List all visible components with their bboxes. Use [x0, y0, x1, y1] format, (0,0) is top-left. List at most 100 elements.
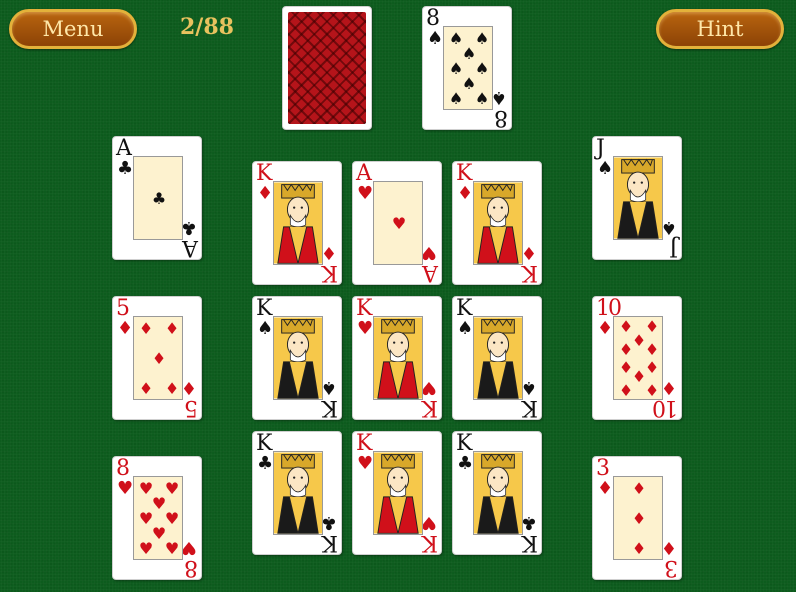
waste-card[interactable]: 8 ♠ 8 ♠ ♠ ♠ ♠ ♠ ♠ ♠ ♠ ♠ [422, 6, 512, 130]
stock-pile[interactable] [282, 6, 372, 130]
card-face [613, 156, 663, 240]
tableau-card[interactable]: K ♥ K ♥ [352, 431, 442, 555]
suit-icon: ♠ [520, 377, 537, 398]
suit-icon: ♥ [420, 512, 437, 533]
suit-pip-icon: ♦ [618, 340, 634, 359]
suit-icon: ♣ [457, 453, 474, 474]
royal-portrait-icon [614, 157, 662, 239]
card-rank: K [256, 296, 273, 321]
card-rank: K [323, 260, 338, 285]
tableau-card[interactable]: K ♣ K ♣ [452, 431, 542, 555]
card-face: ♥ [373, 181, 423, 265]
suit-pip-icon: ♥ [164, 539, 180, 558]
card-rank: 8 [186, 555, 198, 580]
suit-pip-icon: ♦ [164, 319, 180, 338]
suit-icon: ♥ [357, 453, 374, 474]
card-face [273, 451, 323, 535]
suit-icon: ♠ [490, 87, 507, 108]
suit-pip-icon: ♠ [448, 89, 464, 108]
card-face: ♦ ♦ ♦ ♦ ♦ [133, 316, 183, 400]
card-face [373, 451, 423, 535]
royal-portrait-icon [374, 452, 422, 534]
suit-icon: ♣ [320, 512, 337, 533]
card-rank: 8 [426, 6, 440, 31]
tableau-card[interactable]: K ♠ K ♠ [452, 296, 542, 420]
card-face [473, 316, 523, 400]
suit-pip-icon: ♦ [138, 319, 154, 338]
tableau-card[interactable]: K ♥ K ♥ [352, 296, 442, 420]
suit-icon: ♣ [257, 453, 274, 474]
card-rank: A [424, 260, 438, 285]
card-face [373, 316, 423, 400]
suit-pip-icon: ♥ [391, 214, 407, 233]
suit-pip-icon: ♦ [644, 358, 660, 377]
suit-icon: ♥ [420, 242, 437, 263]
tableau-card[interactable]: A ♥ A ♥ ♥ [352, 161, 442, 285]
card-counter: 2/88 [180, 14, 234, 40]
suit-icon: ♥ [420, 377, 437, 398]
card-rank: K [523, 260, 538, 285]
card-rank: K [356, 431, 373, 456]
card-rank: K [523, 395, 538, 420]
suit-pip-icon: ♦ [644, 317, 660, 336]
card-rank: K [523, 530, 538, 555]
suit-icon: ♥ [357, 318, 374, 339]
suit-pip-icon: ♦ [644, 381, 660, 400]
suit-icon: ♥ [180, 537, 197, 558]
royal-portrait-icon [374, 317, 422, 399]
card-rank: A [184, 235, 198, 260]
card-face: ♣ [133, 156, 183, 240]
suit-icon: ♦ [660, 537, 677, 558]
card-rank: J [671, 235, 678, 260]
suit-icon: ♠ [320, 377, 337, 398]
suit-pip-icon: ♦ [631, 479, 647, 498]
tableau-card[interactable]: K ♠ K ♠ [252, 296, 342, 420]
card-rank: 5 [116, 296, 130, 321]
card-rank: 8 [116, 456, 130, 481]
card-rank: K [256, 431, 273, 456]
suit-pip-icon: ♦ [631, 539, 647, 558]
menu-button[interactable]: Menu [9, 9, 137, 49]
tableau-card[interactable]: 10 ♦ 10 ♦ ♦ ♦ ♦ ♦ ♦ ♦ ♦ ♦ ♦ ♦ [592, 296, 682, 420]
suit-pip-icon: ♦ [138, 379, 154, 398]
card-rank: 3 [666, 555, 678, 580]
suit-icon: ♣ [117, 158, 134, 179]
suit-icon: ♦ [320, 242, 337, 263]
tableau-card[interactable]: J ♠ J ♠ [592, 136, 682, 260]
royal-portrait-icon [274, 452, 322, 534]
tableau-card[interactable]: A ♣ A ♣ ♣ [112, 136, 202, 260]
card-back-pattern [288, 12, 366, 124]
suit-pip-icon: ♠ [474, 89, 490, 108]
card-rank: J [596, 136, 605, 161]
tableau-card[interactable]: 5 ♦ 5 ♦ ♦ ♦ ♦ ♦ ♦ [112, 296, 202, 420]
card-rank: K [456, 296, 473, 321]
suit-pip-icon: ♦ [164, 379, 180, 398]
card-face: ♦ ♦ ♦ [613, 476, 663, 560]
card-face: ♥ ♥ ♥ ♥ ♥ ♥ ♥ ♥ [133, 476, 183, 560]
hint-button[interactable]: Hint [656, 9, 784, 49]
suit-icon: ♦ [257, 183, 274, 204]
card-rank: A [116, 136, 132, 161]
suit-icon: ♦ [117, 318, 134, 339]
suit-icon: ♠ [660, 217, 677, 238]
card-rank: K [323, 530, 338, 555]
tableau-card[interactable]: 3 ♦ 3 ♦ ♦ ♦ ♦ [592, 456, 682, 580]
tableau-card[interactable]: K ♣ K ♣ [252, 431, 342, 555]
card-face [273, 181, 323, 265]
suit-pip-icon: ♦ [644, 340, 660, 359]
tableau-card[interactable]: 8 ♥ 8 ♥ ♥ ♥ ♥ ♥ ♥ ♥ ♥ ♥ [112, 456, 202, 580]
suit-icon: ♠ [257, 318, 274, 339]
suit-pip-icon: ♦ [631, 509, 647, 528]
suit-pip-icon: ♦ [618, 381, 634, 400]
suit-icon: ♥ [357, 183, 374, 204]
card-rank: K [356, 296, 373, 321]
suit-icon: ♣ [520, 512, 537, 533]
card-face: ♦ ♦ ♦ ♦ ♦ ♦ ♦ ♦ ♦ ♦ [613, 316, 663, 400]
tableau-card[interactable]: K ♦ K ♦ [452, 161, 542, 285]
card-rank: K [456, 161, 473, 186]
tableau-card[interactable]: K ♦ K ♦ [252, 161, 342, 285]
suit-icon: ♠ [597, 158, 614, 179]
royal-portrait-icon [474, 452, 522, 534]
card-face: ♠ ♠ ♠ ♠ ♠ ♠ ♠ ♠ [443, 26, 493, 110]
suit-icon: ♦ [597, 478, 614, 499]
